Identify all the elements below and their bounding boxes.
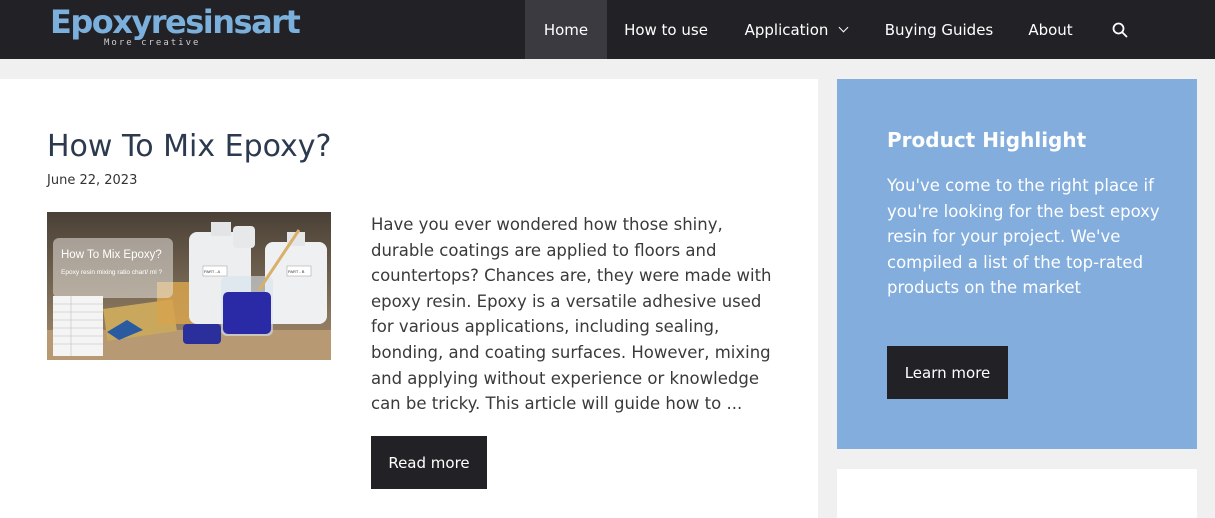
highlight-title: Product Highlight [887,128,1087,152]
search-icon [1112,22,1128,37]
search-button[interactable] [1095,0,1145,59]
article-thumbnail[interactable]: How To Mix Epoxy? Epoxy resin mixing rat… [47,212,331,360]
article-card: How To Mix Epoxy? June 22, 2023 How To M… [0,79,818,518]
site-logo[interactable]: Epoxyresinsart More creative [50,2,301,52]
article-excerpt: Have you ever wondered how those shiny, … [371,215,772,414]
read-more-button[interactable]: Read more [371,436,487,489]
highlight-text: You've come to the right place if you're… [887,176,1160,298]
thumbnail-overlay-title: How To Mix Epoxy? [61,249,162,261]
thumbnail-overlay-subtitle: Epoxy resin mixing ratio chart/ ml ? [61,269,163,276]
nav-item-label: Application [744,20,829,39]
thumbnail-image: How To Mix Epoxy? Epoxy resin mixing rat… [47,212,331,360]
nav-item-label: About [1028,20,1073,39]
learn-more-button[interactable]: Learn more [887,346,1008,399]
chevron-down-icon [838,22,849,33]
article-date: June 22, 2023 [47,173,138,188]
logo-text: Epoxyresinsart [50,3,301,41]
nav-item-home[interactable]: Home [525,0,607,59]
article-title[interactable]: How To Mix Epoxy? [47,129,331,165]
product-highlight-widget: Product Highlight You've come to the rig… [837,79,1197,449]
nav-item-label: Home [543,20,589,39]
nav-item-label: How to use [624,20,708,39]
logo-tagline: More creative [104,38,201,48]
thumbnail-bottle-a-label: PART - A [204,269,221,274]
nav-item-about[interactable]: About [1009,0,1092,59]
sidebar-widget [837,469,1197,518]
nav-item-label: Buying Guides [884,20,994,39]
site-header: Epoxyresinsart More creative Home How to… [0,0,1215,59]
thumbnail-bottle-b-label: PART - B [288,269,305,274]
nav-item-application[interactable]: Application [725,0,867,59]
nav-item-how-to-use[interactable]: How to use [607,0,725,59]
nav-item-buying-guides[interactable]: Buying Guides [869,0,1009,59]
